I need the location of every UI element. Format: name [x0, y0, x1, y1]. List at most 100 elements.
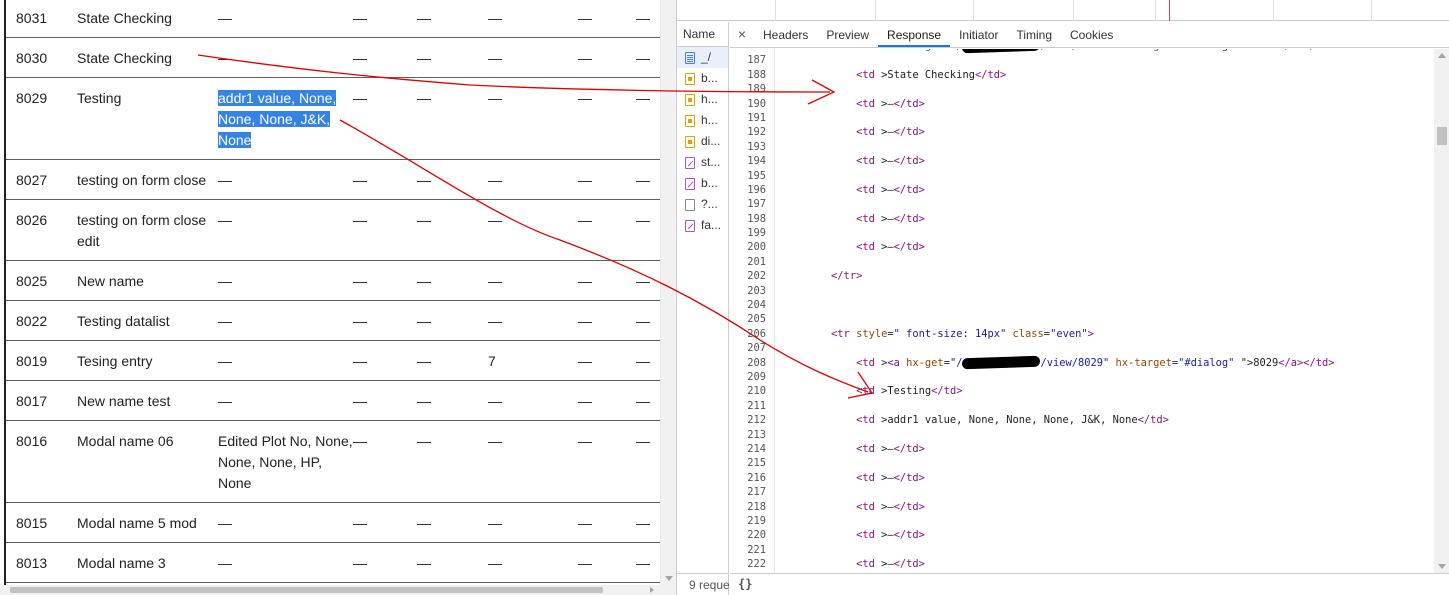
cell-c4: — [417, 77, 488, 160]
line-number: 194 [747, 155, 766, 168]
line-number: 187 [747, 54, 766, 67]
code-token: <td [856, 68, 875, 81]
page-vertical-scrollbar[interactable] [660, 0, 676, 585]
table-row[interactable]: 8022 Testing datalist — — — — — — [6, 300, 660, 341]
request-item[interactable]: h... [677, 110, 728, 131]
table-row[interactable]: 8025 New name — — — — — — [6, 260, 660, 301]
table-row[interactable]: 8015 Modal name 5 mod — — — — — — [6, 502, 660, 543]
cell-id[interactable]: 8027 [6, 159, 77, 200]
cell-c6: — [578, 300, 636, 341]
code-token: ">8029 [1234, 356, 1279, 369]
request-item[interactable]: ?... [677, 194, 728, 215]
cell-id[interactable]: 8031 [6, 0, 77, 38]
code-token: >— [874, 500, 894, 513]
code-token: <td [856, 126, 875, 139]
cell-id[interactable]: 8015 [6, 502, 77, 543]
tab-initiator[interactable]: Initiator [950, 22, 1007, 47]
cell-id[interactable]: 8022 [6, 300, 77, 341]
cell-c5-text: — [488, 172, 502, 188]
cell-addr: — [218, 159, 353, 200]
cell-c6: — [578, 37, 636, 78]
cell-c3-text: — [353, 313, 367, 329]
response-code-lines[interactable]: <td ><a hx-get="//view/8030" hx-target="… [781, 49, 1431, 571]
blank-file-icon [685, 198, 695, 211]
horizontal-scroll-thumb[interactable] [10, 587, 603, 593]
request-item[interactable]: fa... [677, 215, 728, 236]
cell-id[interactable]: 8030 [6, 37, 77, 78]
cell-c5-text: — [488, 90, 502, 106]
scroll-down-arrow-icon[interactable] [665, 576, 673, 581]
cell-id[interactable]: 8025 [6, 260, 77, 301]
cell-id[interactable]: 8017 [6, 380, 77, 421]
cell-c5-text: — [488, 50, 502, 66]
stylesheet-file-icon [685, 156, 695, 169]
code-token: hx-target [1109, 356, 1172, 369]
table-row[interactable]: 8029 Testing addr1 value, None, None, None… [6, 77, 660, 160]
tab-cookies[interactable]: Cookies [1061, 22, 1122, 47]
line-number: 219 [747, 514, 766, 527]
cell-c3-text: — [353, 393, 367, 409]
table-row[interactable]: 8013 Modal name 3 — — — — — — [6, 542, 660, 583]
cell-c7: — [636, 502, 660, 543]
line-number: 214 [747, 442, 766, 455]
cell-id[interactable]: 8013 [6, 542, 77, 583]
code-token: </td> [893, 212, 925, 225]
request-item[interactable]: st... [677, 152, 728, 173]
tab-preview[interactable]: Preview [817, 22, 878, 47]
cell-c6: — [578, 199, 636, 261]
cell-id-text: 8017 [16, 393, 48, 409]
redaction-mark [962, 49, 1041, 53]
table-row[interactable]: 8027 testing on form close — — — — — — [6, 159, 660, 200]
cell-c3-text: — [353, 50, 367, 66]
name-column-header[interactable]: Name [677, 22, 728, 47]
code-token: >— [874, 558, 894, 571]
request-item[interactable]: b... [677, 173, 728, 194]
table-row[interactable]: 8026 testing on form close edit — — — — — — [6, 199, 660, 261]
pretty-print-button[interactable]: {} [738, 577, 752, 591]
cell-id-text: 8019 [16, 353, 48, 369]
page-content-pane: 8031 State Checking — — — — — — 8030 State Checki… [0, 0, 676, 595]
cell-c4: — [417, 542, 488, 583]
records-table-body: 8031 State Checking — — — — — — 8030 State Checki… [6, 0, 660, 583]
table-row[interactable]: 8019 Tesing entry — — — 7 — — [6, 340, 660, 381]
response-scroll-thumb[interactable] [1437, 127, 1447, 145]
cell-c6-text: — [578, 90, 592, 106]
table-row[interactable]: 8031 State Checking — — — — — — [6, 0, 660, 38]
line-number: 222 [747, 558, 766, 571]
request-item-label: h... [701, 113, 718, 127]
tab-response[interactable]: Response [878, 22, 951, 47]
network-timeline-overview[interactable] [677, 0, 1449, 21]
line-number: 205 [747, 313, 766, 326]
page-horizontal-scrollbar[interactable] [0, 585, 676, 595]
scroll-down-arrow-icon[interactable] [1438, 564, 1446, 569]
cell-id[interactable]: 8029 [6, 77, 77, 160]
cell-name: Tesing entry [77, 340, 218, 381]
request-item[interactable]: h... [677, 89, 728, 110]
request-item[interactable]: di... [677, 131, 728, 152]
table-row[interactable]: 8030 State Checking — — — — — — [6, 37, 660, 78]
close-icon[interactable]: × [730, 22, 754, 47]
cell-id[interactable]: 8016 [6, 420, 77, 503]
cell-addr-text: — [218, 313, 232, 329]
scroll-up-arrow-icon[interactable] [1438, 53, 1446, 58]
tab-timing[interactable]: Timing [1007, 22, 1061, 47]
tab-headers[interactable]: Headers [754, 22, 817, 47]
cell-c3-text: — [353, 353, 367, 369]
request-item[interactable]: b... [677, 68, 728, 89]
code-token: <td [856, 212, 875, 225]
cell-c4: — [417, 300, 488, 341]
response-vertical-scrollbar[interactable] [1434, 49, 1449, 573]
cell-id[interactable]: 8026 [6, 199, 77, 261]
line-number: 213 [747, 428, 766, 441]
code-line: </tr> [781, 269, 1431, 283]
table-row[interactable]: 8017 New name test — — — — — — [6, 380, 660, 421]
cell-id[interactable]: 8019 [6, 340, 77, 381]
request-item[interactable]: _/ [677, 47, 728, 68]
cell-c4: — [417, 340, 488, 381]
cell-c3: — [353, 159, 417, 200]
scroll-right-arrow-icon[interactable] [650, 587, 654, 593]
cell-name: State Checking [77, 37, 218, 78]
table-row[interactable]: 8016 Modal name 06 Edited Plot No, None, N… [6, 420, 660, 503]
